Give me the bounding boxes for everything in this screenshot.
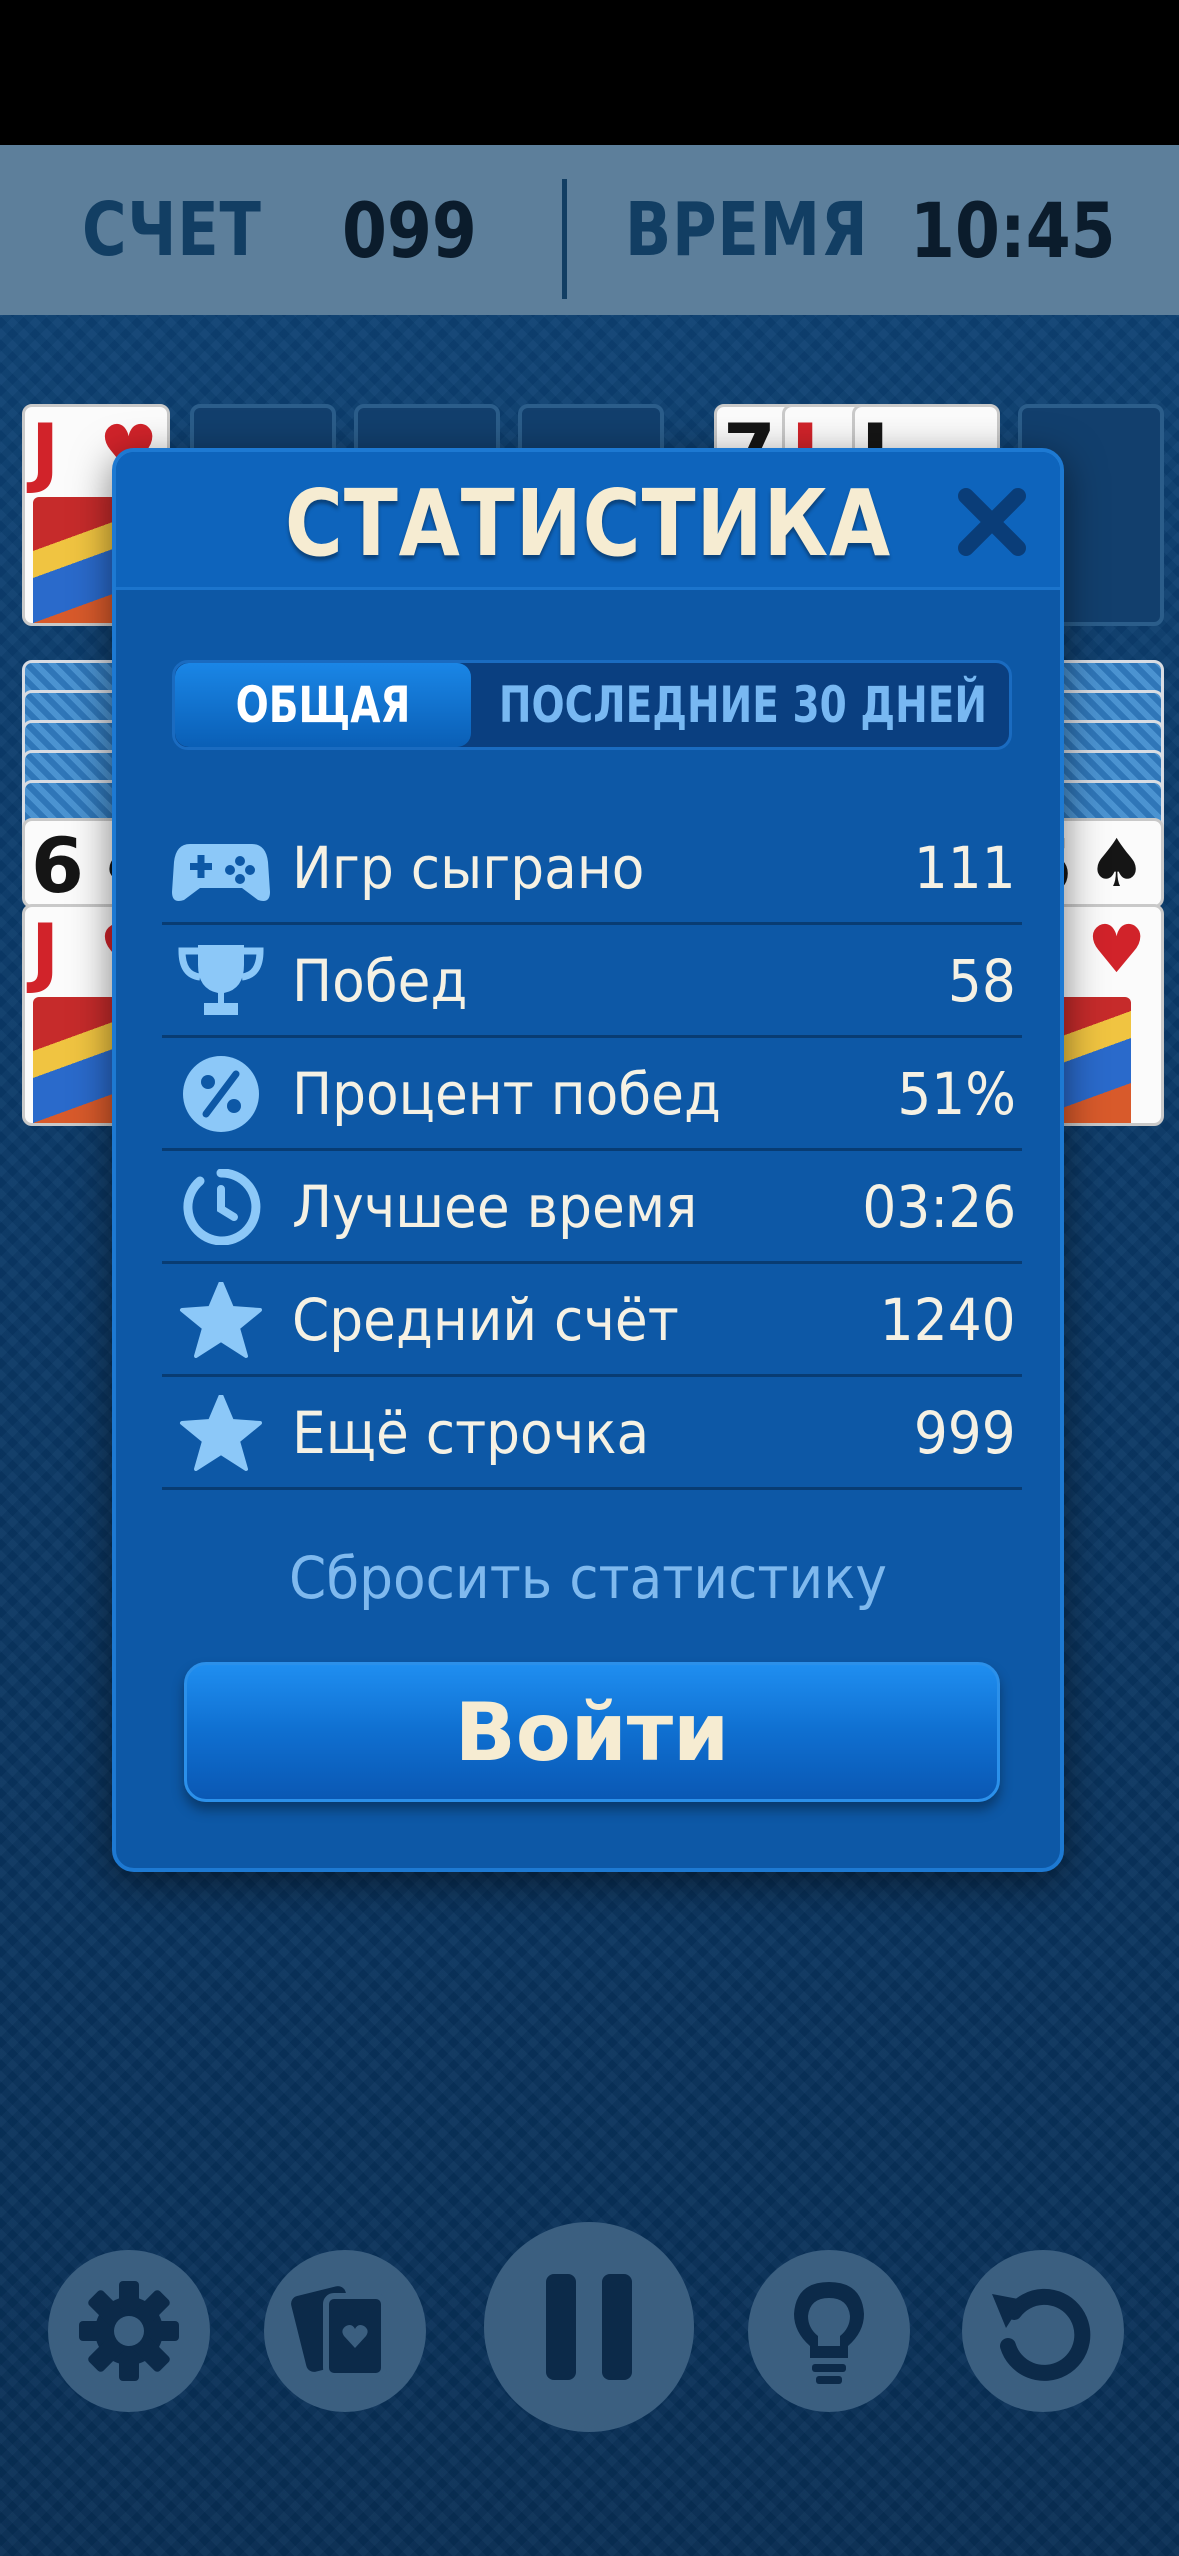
star-icon — [180, 1282, 262, 1358]
undo-button[interactable] — [962, 2250, 1124, 2412]
tab-overall[interactable]: ОБЩАЯ — [175, 663, 471, 747]
status-bar — [0, 0, 1179, 145]
period-tabs: ОБЩАЯ ПОСЛЕДНИЕ 30 ДНЕЙ — [172, 660, 1012, 750]
settings-icon — [79, 2281, 179, 2381]
stat-row-games-played: Игр сыграно 111 — [162, 812, 1022, 925]
dialog-header: СТАТИСТИКА — [116, 452, 1060, 590]
score-time-bar: СЧЕТ 099 ВРЕМЯ 10:45 — [0, 145, 1179, 315]
tab-label: ПОСЛЕДНИЕ 30 ДНЕЙ — [498, 676, 988, 734]
score-value: 099 — [342, 185, 477, 275]
stat-row-best-time: Лучшее время 03:26 — [162, 1151, 1022, 1264]
stat-value: 1240 — [880, 1286, 1016, 1354]
reset-statistics-link[interactable]: Сбросить статистику — [116, 1544, 1060, 1612]
star-icon — [180, 1395, 262, 1471]
stat-label: Побед — [292, 947, 468, 1015]
gamepad-icon — [172, 844, 270, 901]
pause-icon — [546, 2274, 632, 2380]
stat-row-wins: Побед 58 — [162, 925, 1022, 1038]
card-suit: ♠ — [1087, 825, 1147, 902]
percent-icon — [183, 1056, 259, 1132]
header-divider — [562, 179, 567, 299]
cards-icon — [291, 2286, 387, 2379]
pause-button[interactable] — [484, 2222, 694, 2432]
settings-button[interactable] — [48, 2250, 210, 2412]
card-rank: J — [31, 407, 60, 496]
stat-value: 999 — [914, 1399, 1016, 1467]
close-icon — [958, 488, 1026, 556]
stat-label: Процент побед — [292, 1060, 721, 1128]
stats-list: Игр сыграно 111 Побед 58 Процент побед 5… — [162, 812, 1022, 1490]
time-value: 10:45 — [910, 185, 1116, 275]
deck-button[interactable] — [264, 2250, 426, 2412]
score-label: СЧЕТ — [82, 187, 262, 273]
trophy-icon — [178, 945, 264, 1015]
stat-label: Лучшее время — [292, 1173, 698, 1241]
time-label: ВРЕМЯ — [625, 187, 869, 273]
stat-label: Ещё строчка — [292, 1399, 650, 1467]
stat-value: 03:26 — [862, 1173, 1016, 1241]
login-button[interactable]: Войти — [184, 1662, 1000, 1802]
reset-label: Сбросить статистику — [288, 1544, 887, 1612]
stat-value: 51% — [897, 1060, 1016, 1128]
card-suit: ♥ — [1087, 911, 1147, 988]
stat-row-extra: Ещё строчка 999 — [162, 1377, 1022, 1490]
clock-icon — [183, 1169, 261, 1245]
dialog-title: СТАТИСТИКА — [284, 470, 892, 577]
undo-icon — [992, 2288, 1091, 2381]
stat-row-win-rate: Процент побед 51% — [162, 1038, 1022, 1151]
stat-value: 58 — [948, 947, 1016, 1015]
card-rank: J — [31, 907, 60, 996]
card-rank: 6 — [31, 821, 84, 908]
hint-icon — [794, 2282, 864, 2384]
statistics-dialog: СТАТИСТИКА ОБЩАЯ ПОСЛЕДНИЕ 30 ДНЕЙ Игр с… — [112, 448, 1064, 1872]
close-button[interactable] — [952, 482, 1032, 562]
tab-label: ОБЩАЯ — [235, 676, 411, 734]
stat-row-average-score: Средний счёт 1240 — [162, 1264, 1022, 1377]
hint-button[interactable] — [748, 2250, 910, 2412]
stat-label: Игр сыграно — [292, 834, 645, 902]
stat-label: Средний счёт — [292, 1286, 679, 1354]
stat-value: 111 — [914, 834, 1016, 902]
tab-last-30-days[interactable]: ПОСЛЕДНИЕ 30 ДНЕЙ — [471, 663, 1009, 747]
